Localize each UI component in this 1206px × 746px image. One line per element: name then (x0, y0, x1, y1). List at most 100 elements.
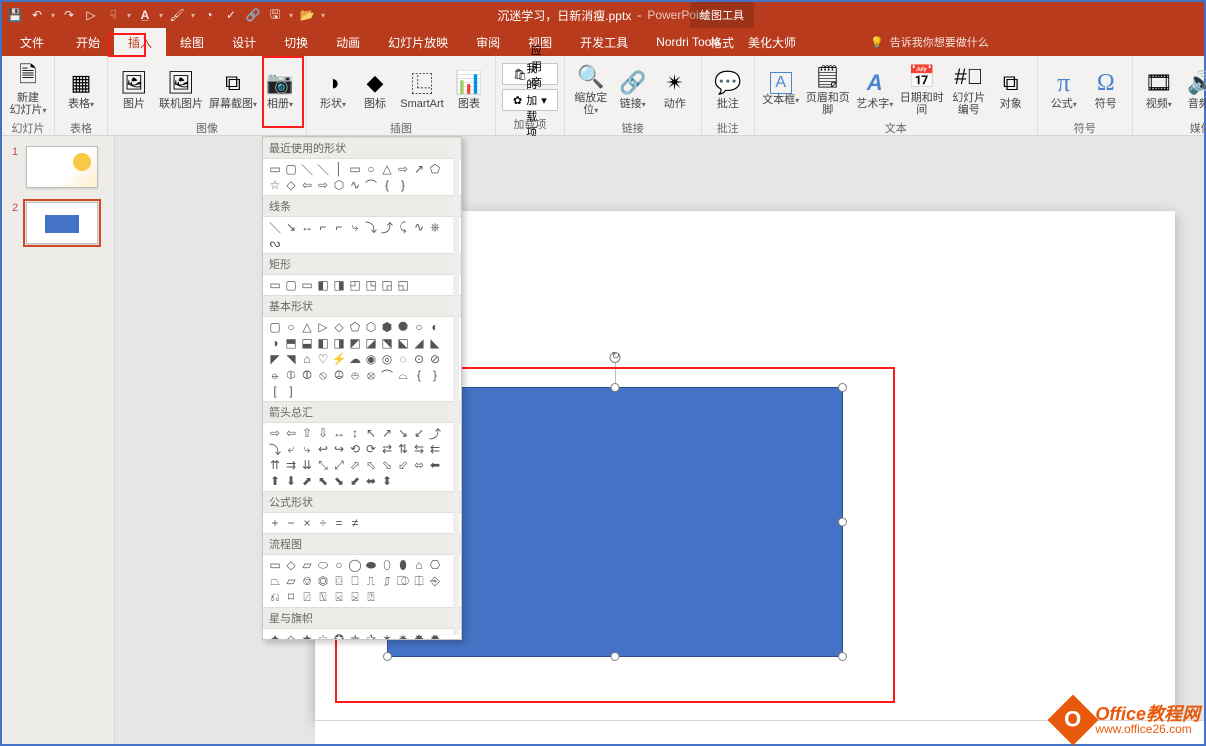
shape-item[interactable]: ⍂ (315, 589, 331, 605)
shape-item[interactable]: ⎅ (411, 573, 427, 589)
shape-item[interactable]: ⬄ (411, 457, 427, 473)
shape-item[interactable]: ᔓ (267, 235, 283, 251)
shape-item[interactable]: ◢ (411, 335, 427, 351)
shape-item[interactable]: { (411, 367, 427, 383)
shape-item[interactable]: ⌒ (363, 177, 379, 193)
shape-item[interactable]: ⎔ (427, 557, 443, 573)
wordart-button[interactable]: A艺术字 (855, 58, 895, 120)
tab-dev[interactable]: 开发工具 (566, 28, 642, 56)
tab-slideshow[interactable]: 幻灯片放映 (374, 28, 462, 56)
shape-item[interactable]: ⬕ (395, 335, 411, 351)
shape-item[interactable]: ✦ (267, 631, 283, 640)
chart-button[interactable]: 📊图表 (449, 58, 489, 120)
shape-item[interactable]: + (267, 515, 283, 531)
shape-item[interactable]: ◐ (427, 319, 443, 335)
shape-item[interactable]: ⌼ (331, 573, 347, 589)
shape-item[interactable]: ◲ (379, 277, 395, 293)
shape-item[interactable]: ▢ (283, 277, 299, 293)
save-icon[interactable]: 💾 (6, 6, 24, 24)
shape-item[interactable]: ▢ (283, 161, 299, 177)
handle-e[interactable] (838, 518, 847, 527)
shape-item[interactable]: ⇧ (299, 425, 315, 441)
shape-item[interactable]: ◱ (395, 277, 411, 293)
shape-item[interactable]: ⍃ (331, 589, 347, 605)
shape-item[interactable]: ◇ (283, 557, 299, 573)
shape-item[interactable]: ▭ (347, 161, 363, 177)
symbol-button[interactable]: Ω符号 (1086, 58, 1126, 120)
shape-item[interactable]: ⬡ (331, 177, 347, 193)
shape-item[interactable]: ↘ (395, 425, 411, 441)
shape-item[interactable]: − (283, 515, 299, 531)
shape-item[interactable]: ◧ (315, 277, 331, 293)
shape-item[interactable]: ⇈ (267, 457, 283, 473)
slide-thumbnails-panel[interactable]: 1 2 (2, 136, 115, 744)
shape-item[interactable]: ⏢ (267, 573, 283, 589)
shape-item[interactable]: ⎊ (299, 573, 315, 589)
shape-item[interactable]: ◇ (331, 319, 347, 335)
shape-item[interactable]: ⤴ (379, 219, 395, 235)
shape-item[interactable]: ▷ (315, 319, 331, 335)
shape-item[interactable]: ⬬ (363, 557, 379, 573)
shape-item[interactable]: ✹ (427, 631, 443, 640)
shape-item[interactable]: ⎆ (427, 573, 443, 589)
shape-item[interactable]: ▭ (267, 557, 283, 573)
shape-item[interactable]: ○ (283, 319, 299, 335)
shape-item[interactable]: ↗ (379, 425, 395, 441)
thumbnail-1[interactable]: 1 (26, 146, 104, 188)
handle-se[interactable] (838, 652, 847, 661)
paint-icon[interactable]: 🖌 (168, 6, 186, 24)
shape-item[interactable]: ⟲ (347, 441, 363, 457)
shape-item[interactable]: ⎌ (267, 589, 283, 605)
shape-item[interactable]: ⇨ (267, 425, 283, 441)
screenshot-button[interactable]: ⧉屏幕截图 (208, 58, 258, 120)
touch-mode-icon[interactable]: ☟ (104, 6, 122, 24)
shape-item[interactable]: ⬌ (363, 473, 379, 489)
shapes-button[interactable]: ◑形状 (313, 58, 353, 120)
shape-item[interactable]: ✯ (347, 631, 363, 640)
shape-item[interactable]: ⦶ (283, 367, 299, 383)
shape-item[interactable]: ▭ (267, 161, 283, 177)
shape-item[interactable]: ⤷ (347, 219, 363, 235)
tab-draw[interactable]: 绘图 (166, 28, 218, 56)
shape-item[interactable]: ♡ (315, 351, 331, 367)
shape-item[interactable]: ↙ (411, 425, 427, 441)
shape-item[interactable]: ⦸ (315, 367, 331, 383)
shape-item[interactable]: ⇆ (411, 441, 427, 457)
shape-item[interactable]: ⎈ (427, 219, 443, 235)
handle-s[interactable] (611, 652, 620, 661)
shape-item[interactable]: ＼ (299, 161, 315, 177)
pictures-button[interactable]: 🖼图片 (114, 58, 154, 120)
shape-item[interactable]: ⬉ (315, 473, 331, 489)
tab-design[interactable]: 设计 (218, 28, 270, 56)
shape-item[interactable]: × (299, 515, 315, 531)
shape-item[interactable]: △ (299, 319, 315, 335)
zoom-button[interactable]: 🔍缩放定 位 (571, 58, 611, 120)
shape-item[interactable]: ☆ (315, 631, 331, 640)
comment-button[interactable]: 💬批注 (708, 58, 748, 120)
shape-item[interactable]: │ (331, 161, 347, 177)
save-icon-2[interactable]: 🖫 (266, 6, 284, 24)
shape-item[interactable]: ] (283, 383, 299, 399)
new-slide-button[interactable]: 🗎新建 幻灯片 (8, 58, 48, 120)
shape-item[interactable]: ◎ (379, 351, 395, 367)
shape-item[interactable]: ▭ (299, 277, 315, 293)
shape-item[interactable]: ⬋ (347, 473, 363, 489)
handle-n[interactable] (611, 383, 620, 392)
shape-item[interactable]: ◇ (283, 177, 299, 193)
shape-item[interactable]: ⬃ (395, 457, 411, 473)
shape-item[interactable]: ◌ (395, 351, 411, 367)
font-icon[interactable]: A̲ (136, 6, 154, 24)
shape-item[interactable]: ↔ (331, 425, 347, 441)
shape-item[interactable]: ⦻ (363, 367, 379, 383)
shape-item[interactable]: ⬈ (299, 473, 315, 489)
shape-item[interactable]: ⇉ (283, 457, 299, 473)
shape-item[interactable]: ⍄ (347, 589, 363, 605)
shape-item[interactable]: ⬂ (379, 457, 395, 473)
shape-item[interactable]: ⎍ (363, 573, 379, 589)
shape-item[interactable]: ⇦ (299, 177, 315, 193)
shape-item[interactable]: ☁ (347, 351, 363, 367)
shape-item[interactable]: ⯃ (395, 319, 411, 335)
shape-item[interactable]: ⌂ (299, 351, 315, 367)
handle-ne[interactable] (838, 383, 847, 392)
shape-item[interactable]: ⚡ (331, 351, 347, 367)
